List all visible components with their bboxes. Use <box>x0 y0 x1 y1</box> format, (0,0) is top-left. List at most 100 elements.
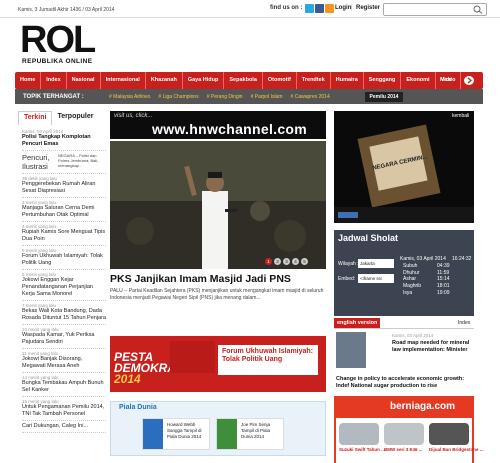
news-title[interactable]: Polisi Tangkap Komplotan Pencuri Emas <box>22 134 106 148</box>
nav-item-sepakbola[interactable]: Sepakbola <box>224 72 263 89</box>
slider-dot[interactable]: 3 <box>283 258 290 265</box>
pemilu-button[interactable]: Pemilu 2014 <box>365 92 403 102</box>
list-item[interactable]: Cari Dukungan, Caleg Ini... <box>22 421 106 433</box>
list-item[interactable]: 38 detik yang lalu Penggerebekan Rumah A… <box>22 174 106 198</box>
english-index-link[interactable]: Index <box>458 320 470 326</box>
list-item[interactable]: 11 menit yang lalu Jokowi Banjak Disoran… <box>22 349 106 373</box>
listing-image[interactable] <box>429 423 469 445</box>
news-title[interactable]: Forum Ukhuwah Islamiyah: Tolak Politik U… <box>22 253 106 267</box>
login-link[interactable]: Login <box>335 5 351 11</box>
news-title[interactable]: Untuk Pengamanan Pemilu 2014, TNI Tak Ta… <box>22 404 106 418</box>
list-item[interactable]: Kamis, 03 April 2014 Polisi Tangkap Komp… <box>22 127 106 151</box>
nav-item-gaya-hidup[interactable]: Gaya Hidup <box>183 72 225 89</box>
berniaga-logo: berniaga.com <box>390 401 456 412</box>
topik-item[interactable]: # Liga Champions <box>154 94 202 100</box>
prayer-time: 18:01 <box>437 283 450 290</box>
list-item[interactable]: Pencuri, Ilustrasi NEGARA – Polisi dan P… <box>22 151 106 174</box>
banner-small-text: visit us, click... <box>114 113 153 119</box>
slider-dot[interactable]: 2 <box>274 258 281 265</box>
topik-bar: TOPIK TERHANGAT : # Malaysia Airlines # … <box>15 89 483 104</box>
english-version-tab[interactable]: english version <box>334 318 381 328</box>
nav-item-nasional[interactable]: Nasional <box>67 72 101 89</box>
nav-item-internasional[interactable]: Internasional <box>101 72 146 89</box>
slider-dot[interactable]: 5 <box>301 258 308 265</box>
list-item[interactable]: 6 menit yang lalu Jokowi Enggan Kejar Pe… <box>22 270 106 301</box>
nav-item-index[interactable]: Index <box>41 72 67 89</box>
nav-item-otomotif[interactable]: Otomotif <box>263 72 297 89</box>
list-item[interactable]: 15 menit yang lalu Untuk Pengamanan Pemi… <box>22 397 106 421</box>
topik-item[interactable]: # Malaysia Airlines <box>105 94 154 100</box>
search-icon[interactable] <box>473 5 483 14</box>
english-news-more[interactable]: Change in policy to accelerate economic … <box>336 376 476 390</box>
piala-card[interactable]: Howard Webb Sangga Tampil di Piala Dunia… <box>142 418 210 450</box>
nav-item-ekonomi[interactable]: Ekonomi <box>401 72 436 89</box>
pesta-card-title[interactable]: Forum Ukhuwah Islamiyah: Tolak Politik U… <box>222 348 314 364</box>
nav-next-label[interactable]: Next <box>440 72 452 89</box>
list-item[interactable]: 4 menit yang lalu Rupiah Kamis Sore Meng… <box>22 222 106 246</box>
piala-dunia-logo: Piala Dunia <box>119 404 157 411</box>
register-link[interactable]: Register <box>356 5 380 11</box>
piala-card[interactable]: Joe Pim Senja Tampil di Piala Dunia 2014 <box>216 418 284 450</box>
twitter-icon[interactable] <box>305 4 314 13</box>
tab-terkini[interactable]: Terkini <box>18 111 53 125</box>
slider-dot[interactable]: 4 <box>292 258 299 265</box>
news-title[interactable]: Manjaga Saluran Cerna Demi Pertumbuhan O… <box>22 205 106 219</box>
news-title[interactable]: Bungka Tembakau Ampuh Bunuh Sel Kanker <box>22 380 106 394</box>
news-title[interactable]: Jokowi Enggan Kejar Penandatanganan Perj… <box>22 277 106 298</box>
video-back-link[interactable]: kembali <box>452 113 469 119</box>
news-title[interactable]: Cari Dukungan, Caleg Ini... <box>22 423 106 430</box>
prayer-name: Subuh <box>403 263 418 269</box>
next-arrow-icon[interactable] <box>464 76 474 85</box>
banner-url-text[interactable]: www.hnwchannel.com <box>152 121 307 137</box>
prayer-name: Dhuhur <box>403 269 420 276</box>
site-logo[interactable]: ROL <box>20 20 96 60</box>
news-title[interactable]: Jokowi Banjak Disorang, Megawati Merasa … <box>22 356 106 370</box>
topik-item[interactable]: # Perang Dingin <box>203 94 247 100</box>
facebook-icon[interactable] <box>315 4 324 13</box>
find-us-label: find us on : <box>270 5 303 11</box>
nav-item-home[interactable]: Home <box>15 72 42 89</box>
search-input[interactable] <box>383 3 487 16</box>
news-title[interactable]: Bekas Wali Kota Bandung, Dada Rosada Dit… <box>22 308 106 322</box>
listing-label[interactable]: Dijual Ban Bridgestone ... <box>429 447 484 452</box>
topik-item[interactable]: # Parpol Islam <box>247 94 287 100</box>
wilayah-select[interactable]: Jakarta <box>358 259 394 268</box>
news-title[interactable]: Waspada Kamar, Yuk Periksa Pajudara Send… <box>22 332 106 346</box>
embed-label: Embed: <box>338 276 356 282</box>
prayer-name: Ashar <box>403 276 417 283</box>
news-title[interactable]: Penggerebekan Rumah Aliran Sesat Diapres… <box>22 181 106 195</box>
prayer-times: 04:39 11:59 15:14 18:01 19:09 <box>437 263 450 297</box>
listing-image[interactable] <box>339 423 379 445</box>
nav-item-khazanah[interactable]: Khazanah <box>146 72 183 89</box>
prayer-name: Maghrib <box>403 283 422 290</box>
nav-item-senggang[interactable]: Senggang <box>364 72 402 89</box>
prayer-time: 11:59 <box>437 269 450 276</box>
english-news-photo[interactable] <box>336 332 366 368</box>
listing-label[interactable]: BMW seri 3 E46 ... <box>384 447 423 452</box>
listing-image[interactable] <box>384 423 424 445</box>
list-item[interactable]: 5 menit yang lalu Forum Ukhuwah Islamiya… <box>22 246 106 270</box>
news-title[interactable]: Pencuri, Ilustrasi <box>22 153 56 171</box>
list-item[interactable]: 3 menit yang lalu Manjaga Saluran Cerna … <box>22 198 106 222</box>
nav-item-humaira[interactable]: Humaira <box>331 72 364 89</box>
login-separator: | <box>351 5 353 11</box>
headline-photo[interactable] <box>110 141 326 269</box>
prayer-date: Kamis, 03 April 2014 <box>400 256 446 262</box>
prayer-name: Isya <box>403 289 413 296</box>
rss-icon[interactable] <box>325 4 334 13</box>
nav-item-trendtek[interactable]: Trendtek <box>297 72 331 89</box>
english-news-date: Kamis, 03 April 2014 <box>392 333 434 338</box>
listing-label[interactable]: Suzuki Swift Tahun ... <box>339 447 385 452</box>
list-item[interactable]: 14 menit yang lalu Bungka Tembakau Ampuh… <box>22 373 106 397</box>
embed-code-field[interactable]: <iframe src <box>358 274 394 283</box>
slider-dot[interactable]: 1 <box>265 258 272 265</box>
english-news-title[interactable]: Road map needed for mineral law implemen… <box>392 340 478 354</box>
latest-news-list: Kamis, 03 April 2014 Polisi Tangkap Komp… <box>22 127 106 433</box>
list-item[interactable]: 10 menit yang lalu Waspada Kamar, Yuk Pe… <box>22 325 106 349</box>
news-title[interactable]: Rupiah Kamis Sore Menguat Tipis Dua Poin <box>22 229 106 243</box>
tab-terpopuler[interactable]: Terpopuler <box>52 111 98 125</box>
topik-item[interactable]: # Cawapres 2014 <box>287 94 334 100</box>
headline-title[interactable]: PKS Janjikan Imam Masjid Jadi PNS <box>110 273 330 285</box>
video-player[interactable] <box>334 111 474 223</box>
list-item[interactable]: 7 menit yang lalu Bekas Wali Kota Bandun… <box>22 301 106 325</box>
